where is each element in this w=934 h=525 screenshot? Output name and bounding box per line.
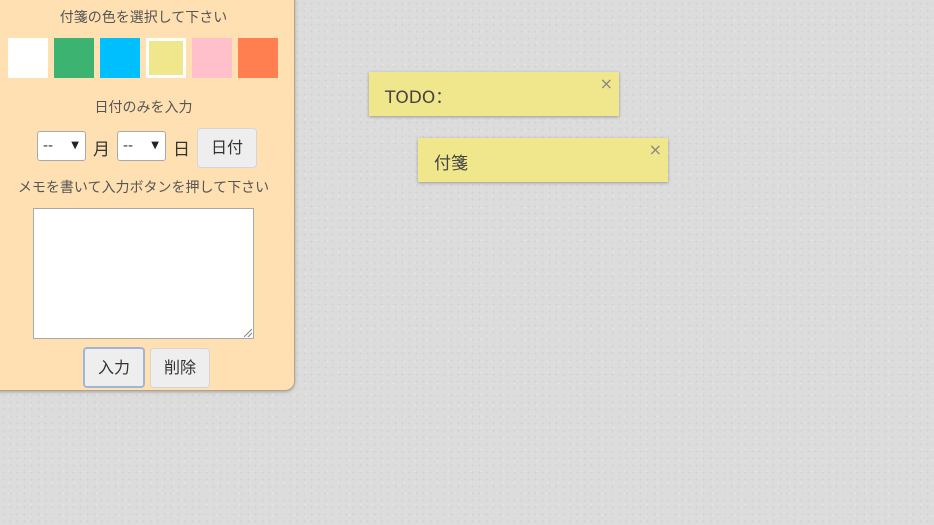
color-select-heading: 付箋の色を選択して下さい — [59, 10, 228, 26]
month-unit-label: 月 — [93, 140, 110, 160]
color-swatch-coral[interactable] — [238, 38, 278, 78]
sticky-note-control-panel: 付箋の色を選択して下さい 日付のみを入力 -- ▼ 月 -- ▼ 日 日付 メモ… — [0, 0, 295, 391]
sticky-note-text: TODO： — [385, 88, 453, 108]
day-select[interactable]: -- ▼ — [117, 131, 166, 161]
close-icon[interactable]: × — [649, 140, 662, 159]
day-select-value: -- — [123, 138, 134, 154]
input-button[interactable]: 入力 — [83, 347, 145, 388]
dropdown-arrow-icon: ▼ — [71, 140, 79, 151]
sticky-note[interactable]: 付箋 × — [418, 138, 668, 182]
color-swatch-sky-blue[interactable] — [100, 38, 140, 78]
day-unit-label: 日 — [173, 140, 190, 160]
date-button[interactable]: 日付 — [197, 128, 257, 168]
sticky-note[interactable]: TODO： × — [369, 72, 619, 116]
dropdown-arrow-icon: ▼ — [151, 140, 159, 151]
close-icon[interactable]: × — [600, 74, 613, 93]
date-heading: 日付のみを入力 — [94, 100, 193, 116]
month-select[interactable]: -- ▼ — [37, 131, 86, 161]
month-select-value: -- — [43, 138, 54, 154]
resize-grip-icon[interactable] — [244, 329, 252, 337]
delete-button[interactable]: 削除 — [150, 348, 210, 388]
color-swatch-khaki[interactable] — [146, 38, 186, 78]
color-swatch-pink[interactable] — [192, 38, 232, 78]
memo-heading: メモを書いて入力ボタンを押して下さい — [17, 180, 270, 196]
color-swatch-green[interactable] — [54, 38, 94, 78]
color-swatch-white[interactable] — [8, 38, 48, 78]
memo-textarea[interactable] — [33, 208, 254, 339]
sticky-note-text: 付箋 — [434, 154, 468, 174]
